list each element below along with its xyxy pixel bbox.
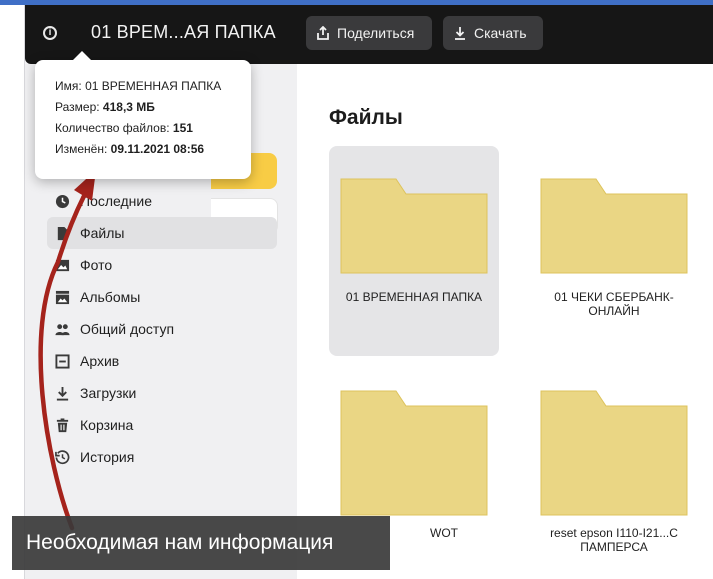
folder-tile[interactable]: reset epson I110-I21...С ПАМПЕРСА: [529, 364, 699, 564]
sidebar-item-recent[interactable]: Последние: [47, 185, 277, 217]
folder-icon: [340, 178, 488, 274]
download-button[interactable]: Скачать: [443, 16, 543, 50]
sidebar-item-label: Последние: [80, 193, 153, 209]
sidebar-item-label: Общий доступ: [80, 321, 175, 337]
history-icon: [55, 449, 70, 464]
name-value: 01 ВРЕМЕННАЯ ПАПКА: [85, 79, 222, 93]
count-value: 151: [172, 121, 193, 135]
info-row-name: Имя: 01 ВРЕМЕННАЯ ПАПКА: [55, 79, 221, 93]
modified-value: 09.11.2021 08:56: [110, 142, 205, 156]
folder-info-tooltip: Имя: 01 ВРЕМЕННАЯ ПАПКА Размер: 418,3 МБ…: [35, 51, 251, 179]
info-row-count: Количество файлов: 151: [55, 121, 193, 135]
download-label: Скачать: [474, 25, 527, 41]
sidebar-item-label: Загрузки: [80, 385, 137, 401]
top-bar: i 01 ВРЕМ...АЯ ПАПКА Поделиться Скачать: [25, 5, 713, 64]
sidebar-item-label: Корзина: [80, 417, 134, 433]
sidebar-item-label: Фото: [80, 257, 113, 273]
name-label: Имя:: [55, 79, 82, 93]
share-icon: [317, 26, 329, 40]
folder-icon: [340, 390, 488, 516]
sidebar-item-files[interactable]: Файлы: [47, 217, 277, 249]
folder-name: 01 ВРЕМЕННАЯ ПАПКА: [345, 290, 483, 304]
sidebar-nav: Последние Файлы Фото Альбомы Общий досту…: [47, 185, 277, 473]
photo-icon: [55, 259, 70, 271]
folder-icon: [540, 390, 688, 516]
folder-name: 01 ЧЕКИ СБЕРБАНК-ОНЛАЙН: [554, 290, 674, 318]
folder-name: reset epson I110-I21...С ПАМПЕРСА: [550, 526, 678, 554]
trash-icon: [56, 417, 69, 432]
info-row-modified: Изменён: 09.11.2021 08:56: [55, 142, 204, 156]
download-icon: [56, 386, 69, 401]
sidebar-item-label: Альбомы: [80, 289, 141, 305]
info-row-size: Размер: 418,3 МБ: [55, 100, 155, 114]
main-area: Файлы 01 ВРЕМЕННАЯ ПАПКА 01 ЧЕКИ СБЕРБАН…: [297, 64, 713, 579]
sidebar-item-history[interactable]: История: [47, 441, 277, 473]
sidebar-item-trash[interactable]: Корзина: [47, 409, 277, 441]
sidebar-item-label: Файлы: [80, 225, 125, 241]
file-icon: [57, 226, 68, 240]
annotation-caption: Необходимая нам информация: [12, 516, 390, 570]
share-label: Поделиться: [337, 25, 415, 41]
sidebar-item-photo[interactable]: Фото: [47, 249, 277, 281]
info-icon[interactable]: i: [43, 26, 57, 40]
folder-tile[interactable]: 01 ВРЕМЕННАЯ ПАПКА: [329, 146, 499, 356]
clock-icon: [55, 194, 70, 208]
page-title: Файлы: [329, 106, 403, 129]
size-value: 418,3 МБ: [102, 100, 155, 114]
count-label: Количество файлов:: [55, 121, 170, 135]
folder-title: 01 ВРЕМ...АЯ ПАПКА: [91, 22, 276, 42]
albums-icon: [55, 290, 70, 304]
size-label: Размер:: [55, 100, 100, 114]
sidebar-item-archive[interactable]: Архив: [47, 345, 277, 377]
sidebar-item-shared[interactable]: Общий доступ: [47, 313, 277, 345]
sidebar-item-albums[interactable]: Альбомы: [47, 281, 277, 313]
download-icon: [455, 27, 465, 40]
sidebar-item-label: История: [80, 449, 135, 465]
share-button[interactable]: Поделиться: [306, 16, 432, 50]
archive-icon: [55, 353, 70, 369]
tooltip-pointer: [73, 51, 91, 60]
people-icon: [55, 323, 70, 335]
sidebar-item-downloads[interactable]: Загрузки: [47, 377, 277, 409]
folder-icon: [540, 178, 688, 274]
sidebar-item-label: Архив: [80, 353, 120, 369]
folder-tile[interactable]: 01 ЧЕКИ СБЕРБАНК-ОНЛАЙН: [529, 146, 699, 356]
modified-label: Изменён:: [55, 142, 108, 156]
